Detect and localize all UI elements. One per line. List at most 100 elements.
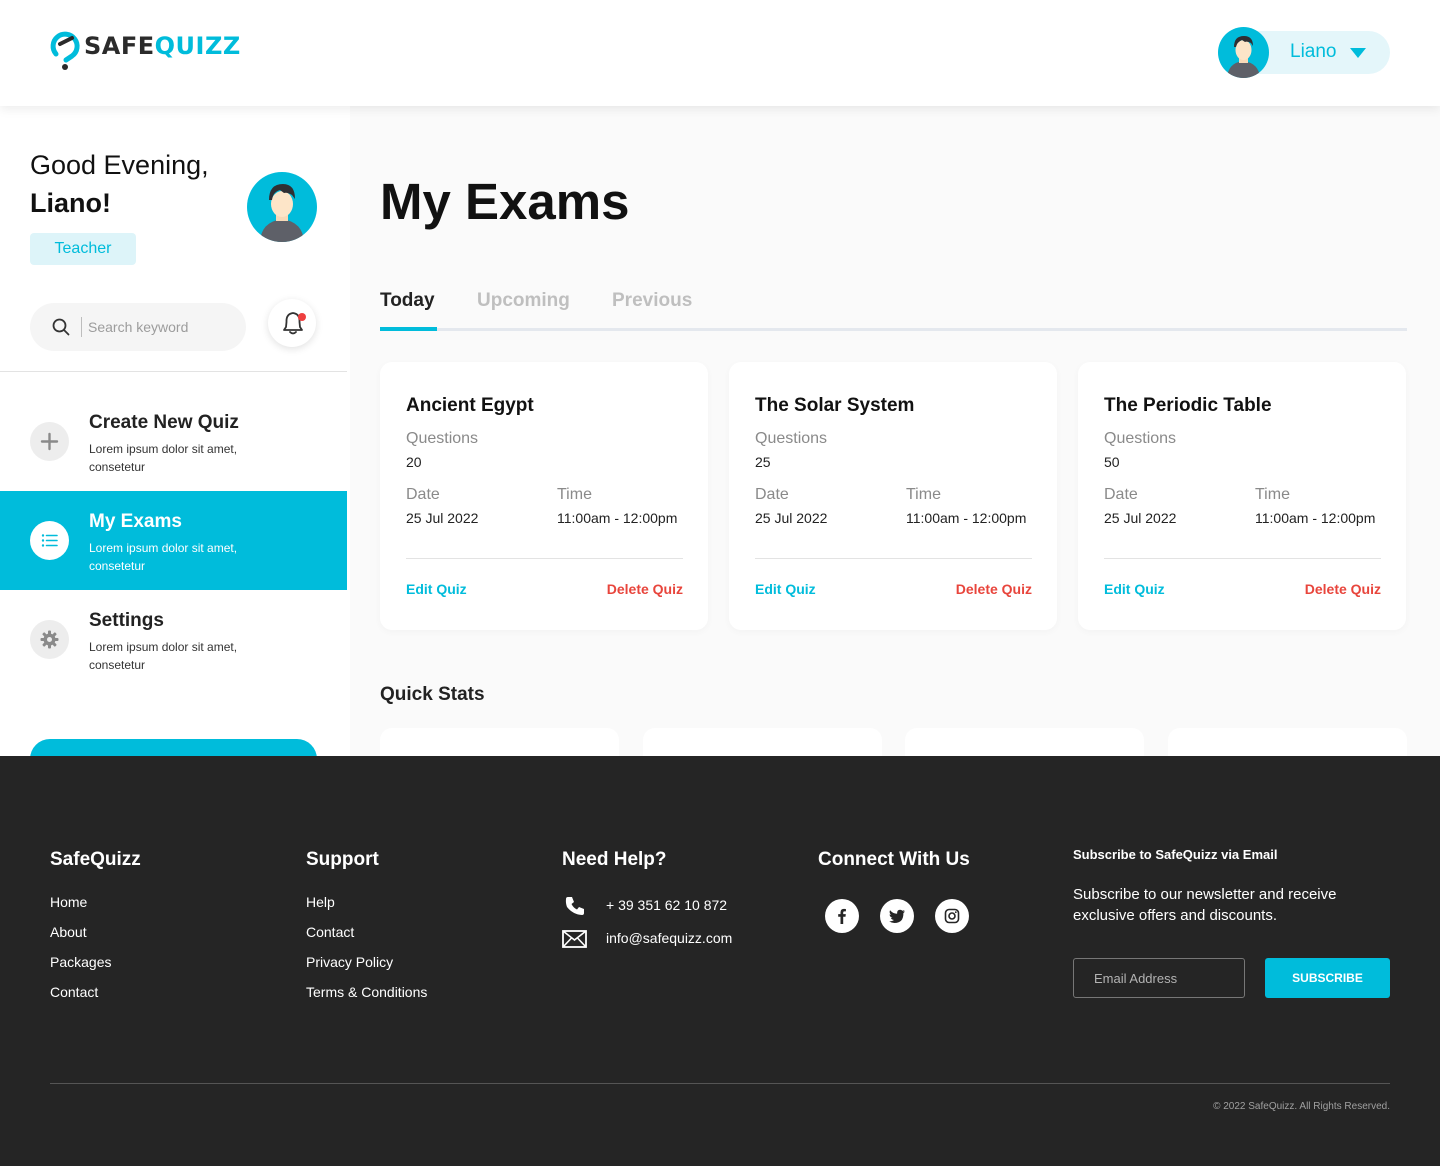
active-tab-indicator	[380, 327, 437, 331]
footer-link-contact-support[interactable]: Contact	[306, 924, 354, 940]
greeting-text: Good Evening,	[30, 150, 209, 180]
questions-label: Questions	[406, 430, 479, 447]
envelope-icon	[562, 930, 587, 948]
sidebar-divider	[0, 371, 347, 372]
delete-quiz-link[interactable]: Delete Quiz	[607, 581, 683, 597]
questions-label: Questions	[1104, 430, 1177, 447]
date-value: 25 Jul 2022	[755, 510, 828, 526]
exam-cards: Ancient Egypt Questions 20 Date 25 Jul 2…	[380, 362, 1407, 630]
questions-value: 50	[1104, 454, 1120, 470]
sidebar-item-desc: Lorem ipsum dolor sit amet, consetetur	[89, 541, 238, 573]
footer-divider	[50, 1083, 1390, 1084]
sidebar-item-desc: Lorem ipsum dolor sit amet, consetetur	[89, 442, 238, 474]
subscribe-button[interactable]: SUBSCRIBE	[1265, 958, 1390, 998]
sidebar-item-desc: Lorem ipsum dolor sit amet, consetetur	[89, 640, 238, 672]
footer: SafeQuizz Home About Packages Contact Su…	[0, 756, 1440, 1166]
footer-phone[interactable]: + 39 351 62 10 872	[606, 897, 727, 913]
sidebar-item-label: Settings	[89, 610, 164, 631]
footer-link-contact[interactable]: Contact	[50, 984, 98, 1000]
time-value: 11:00am - 12:00pm	[557, 510, 678, 526]
sidebar-item-my-exams[interactable]: My Exams Lorem ipsum dolor sit amet, con…	[0, 491, 347, 590]
search-input[interactable]	[88, 315, 238, 339]
date-label: Date	[755, 486, 789, 503]
tabs-underline	[380, 328, 1407, 331]
profile-avatar	[247, 172, 317, 242]
tab-previous[interactable]: Previous	[612, 290, 692, 312]
footer-email[interactable]: info@safequizz.com	[606, 930, 732, 946]
date-value: 25 Jul 2022	[406, 510, 479, 526]
time-label: Time	[1255, 486, 1290, 503]
footer-link-home[interactable]: Home	[50, 894, 87, 910]
footer-link-about[interactable]: About	[50, 924, 87, 940]
questions-label: Questions	[755, 430, 828, 447]
edit-quiz-link[interactable]: Edit Quiz	[1104, 581, 1165, 597]
user-avatar-icon	[1227, 36, 1260, 78]
footer-link-terms[interactable]: Terms & Conditions	[306, 984, 427, 1000]
role-badge: Teacher	[30, 233, 136, 265]
date-label: Date	[406, 486, 440, 503]
facebook-icon[interactable]	[825, 899, 859, 933]
tab-today[interactable]: Today	[380, 290, 435, 312]
greeting-name: Liano!	[30, 188, 111, 218]
sidebar: Good Evening, Liano! Teacher Create New …	[0, 106, 350, 779]
email-field[interactable]	[1073, 958, 1245, 998]
avatar[interactable]	[1218, 27, 1269, 78]
logo[interactable]: SAFEQUIZZ	[50, 26, 241, 72]
exam-title: The Solar System	[755, 395, 915, 416]
top-header: SAFEQUIZZ Liano	[0, 0, 1440, 106]
copyright-text: © 2022 SafeQuizz. All Rights Reserved.	[1213, 1101, 1390, 1112]
profile-avatar-icon	[260, 184, 304, 242]
date-value: 25 Jul 2022	[1104, 510, 1177, 526]
time-label: Time	[557, 486, 592, 503]
questions-value: 25	[755, 454, 771, 470]
sidebar-item-settings[interactable]: Settings Lorem ipsum dolor sit amet, con…	[0, 590, 347, 689]
logo-mark-icon	[50, 31, 80, 70]
delete-quiz-link[interactable]: Delete Quiz	[956, 581, 1032, 597]
footer-connect-title: Connect With Us	[818, 849, 970, 870]
sidebar-item-label: My Exams	[89, 511, 182, 532]
chevron-down-icon[interactable]	[1350, 48, 1366, 58]
quick-stats-title: Quick Stats	[380, 684, 485, 705]
search-bar[interactable]	[30, 303, 246, 351]
footer-brand-title: SafeQuizz	[50, 849, 141, 870]
footer-link-help[interactable]: Help	[306, 894, 335, 910]
tab-upcoming[interactable]: Upcoming	[477, 290, 570, 312]
subscribe-text: Subscribe to our newsletter and receive …	[1073, 886, 1337, 924]
edit-quiz-link[interactable]: Edit Quiz	[406, 581, 467, 597]
footer-support-title: Support	[306, 849, 379, 870]
date-label: Date	[1104, 486, 1138, 503]
twitter-icon[interactable]	[880, 899, 914, 933]
footer-help-title: Need Help?	[562, 849, 667, 870]
footer-link-privacy[interactable]: Privacy Policy	[306, 954, 393, 970]
time-value: 11:00am - 12:00pm	[906, 510, 1027, 526]
page-title: My Exams	[380, 173, 630, 230]
delete-quiz-link[interactable]: Delete Quiz	[1305, 581, 1381, 597]
card-divider	[406, 558, 683, 559]
time-value: 11:00am - 12:00pm	[1255, 510, 1376, 526]
footer-link-packages[interactable]: Packages	[50, 954, 111, 970]
exam-tabs: Today Upcoming Previous	[380, 290, 1407, 332]
gear-icon	[30, 620, 69, 659]
exam-card: Ancient Egypt Questions 20 Date 25 Jul 2…	[380, 362, 708, 630]
edit-quiz-link[interactable]: Edit Quiz	[755, 581, 816, 597]
card-divider	[1104, 558, 1381, 559]
user-name[interactable]: Liano	[1290, 41, 1337, 63]
sidebar-item-label: Create New Quiz	[89, 412, 239, 433]
logo-text: SAFEQUIZZ	[84, 32, 241, 60]
notification-dot	[298, 313, 306, 321]
exam-card: The Periodic Table Questions 50 Date 25 …	[1078, 362, 1406, 630]
questions-value: 20	[406, 454, 422, 470]
time-label: Time	[906, 486, 941, 503]
subscribe-title: Subscribe to SafeQuizz via Email	[1073, 847, 1278, 862]
exam-title: The Periodic Table	[1104, 395, 1272, 416]
exam-title: Ancient Egypt	[406, 395, 534, 416]
sidebar-item-create-quiz[interactable]: Create New Quiz Lorem ipsum dolor sit am…	[0, 392, 347, 491]
search-separator	[81, 317, 82, 337]
notifications-button[interactable]	[268, 299, 316, 347]
card-divider	[755, 558, 1032, 559]
instagram-icon[interactable]	[935, 899, 969, 933]
exam-card: The Solar System Questions 25 Date 25 Ju…	[729, 362, 1057, 630]
list-icon	[30, 521, 69, 560]
search-icon	[52, 318, 70, 336]
plus-icon	[30, 422, 69, 461]
